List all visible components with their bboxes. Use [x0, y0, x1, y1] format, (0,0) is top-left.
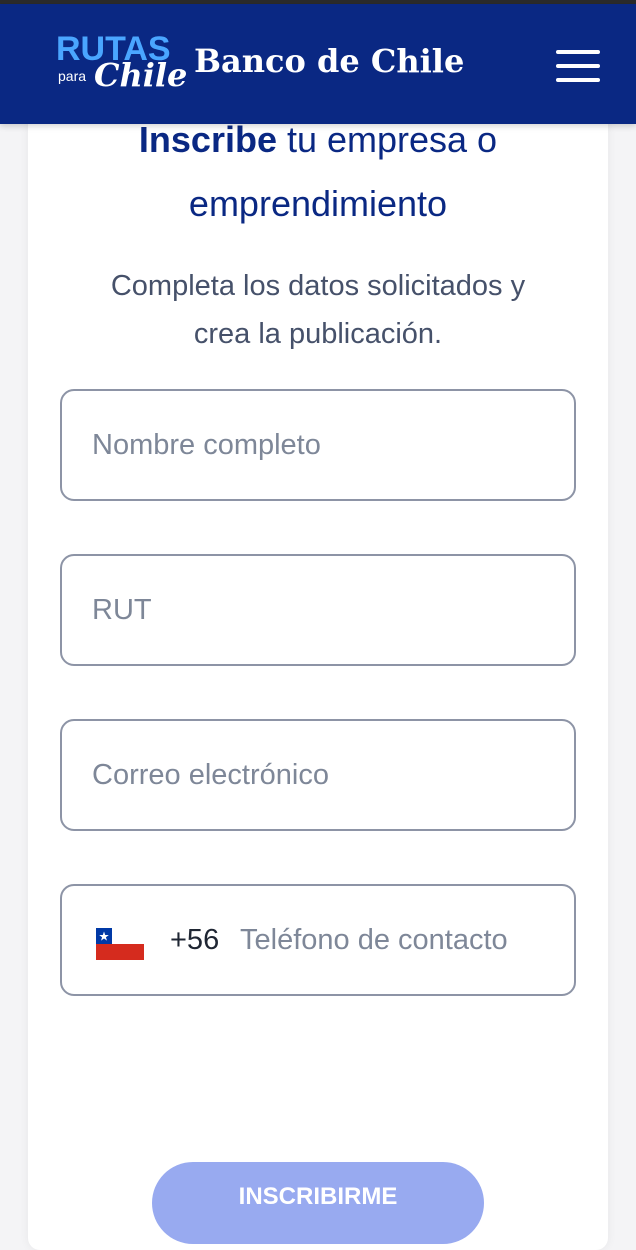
email-input[interactable]: [92, 721, 552, 829]
form-title: Inscribe tu empresa o emprendimiento: [28, 108, 608, 236]
subtitle-line-1: Completa los datos solicitados y: [110, 270, 526, 302]
rutas-para-chile-logo[interactable]: RUTAS para Chile: [56, 32, 187, 98]
banco-de-chile-logo[interactable]: Banco de Chile: [194, 42, 464, 80]
rut-input[interactable]: [92, 556, 552, 664]
phone-input[interactable]: [240, 886, 560, 994]
name-field: [60, 389, 576, 501]
site-header: RUTAS para Chile Banco de Chile: [0, 4, 636, 124]
title-bold: Inscribe: [138, 119, 277, 160]
chile-flag-icon[interactable]: [96, 928, 144, 960]
form-subtitle: Completa los datos solicitados y crea la…: [60, 262, 576, 358]
name-input[interactable]: [92, 391, 552, 499]
inscribirme-button[interactable]: INSCRIBIRME: [152, 1162, 484, 1244]
phone-prefix: +56: [170, 924, 220, 956]
subtitle-line-2: crea la publicación.: [193, 318, 443, 350]
logo-chile-text: Chile: [94, 56, 188, 94]
submit-label: INSCRIBIRME: [238, 1183, 398, 1210]
email-field: [60, 719, 576, 831]
phone-field: +56: [60, 884, 576, 996]
logo-para-text: para: [58, 68, 87, 84]
title-line-2: emprendimiento: [188, 183, 448, 224]
rut-field: [60, 554, 576, 666]
title-rest: tu empresa o: [276, 119, 498, 160]
hamburger-menu-icon[interactable]: [556, 48, 602, 84]
